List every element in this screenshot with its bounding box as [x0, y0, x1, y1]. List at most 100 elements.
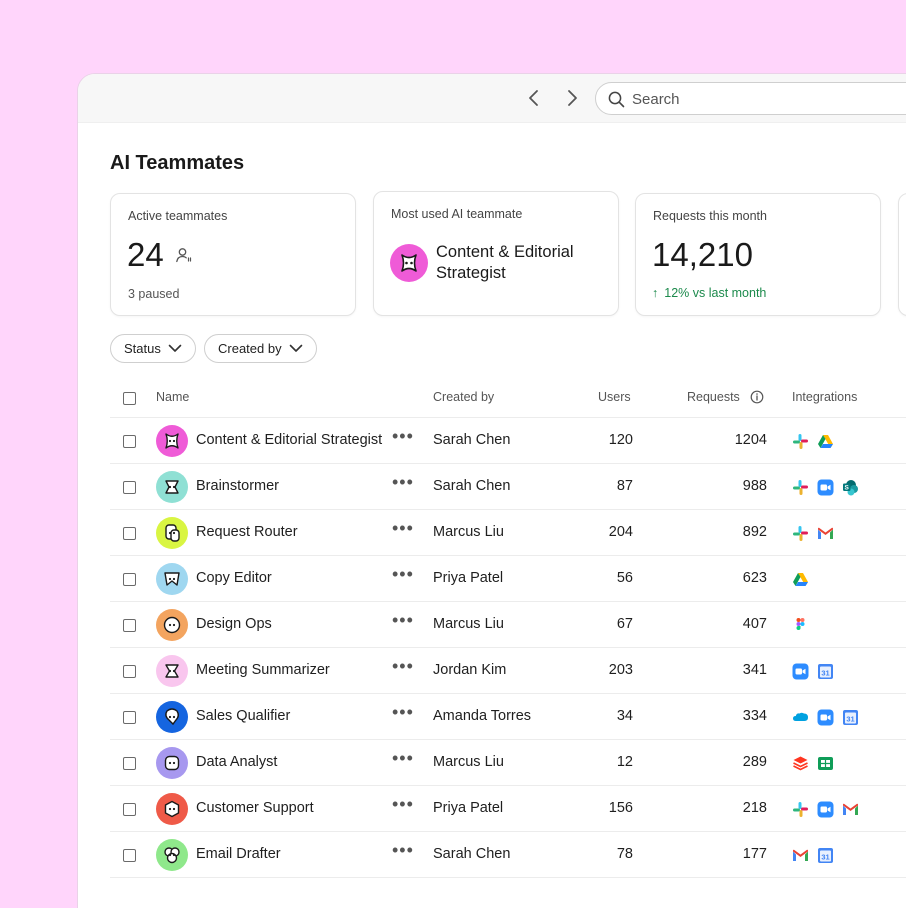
svg-text:S: S	[845, 485, 850, 492]
svg-text:31: 31	[846, 714, 854, 723]
ai-teammate-avatar	[156, 701, 188, 733]
table-row[interactable]: Request Router ••• Marcus Liu 204 892	[110, 510, 906, 556]
teammate-name: Email Drafter	[196, 846, 281, 862]
table-row[interactable]: Design Ops ••• Marcus Liu 67 407	[110, 602, 906, 648]
teammate-name: Design Ops	[196, 616, 272, 632]
created-by-filter[interactable]: Created by	[204, 334, 317, 363]
table-row[interactable]: Email Drafter ••• Sarah Chen 78 177 31	[110, 832, 906, 878]
integrations-list: S	[792, 479, 859, 496]
requests-count: 1204	[734, 432, 767, 448]
chevron-down-icon	[168, 344, 182, 352]
row-checkbox[interactable]	[123, 665, 136, 678]
stat-label: Most used AI teammate	[391, 207, 523, 221]
column-header-created-by[interactable]: Created by	[433, 390, 494, 404]
ai-teammate-avatar	[156, 425, 188, 457]
creator-name: Marcus Liu	[433, 754, 504, 770]
creator-name: Sarah Chen	[433, 432, 511, 448]
creator-name: Sarah Chen	[433, 478, 511, 494]
row-checkbox[interactable]	[123, 435, 136, 448]
teammate-name: Data Analyst	[196, 754, 278, 770]
table-row[interactable]: Data Analyst ••• Marcus Liu 12 289	[110, 740, 906, 786]
integrations-list	[792, 571, 809, 588]
column-header-integrations[interactable]: Integrations	[792, 390, 857, 404]
users-count: 67	[616, 616, 633, 632]
teammate-name: Customer Support	[196, 800, 314, 816]
gmail-icon	[792, 847, 809, 864]
row-checkbox[interactable]	[123, 481, 136, 494]
more-options-icon[interactable]: •••	[392, 748, 414, 769]
ai-teammate-avatar	[156, 471, 188, 503]
row-checkbox[interactable]	[123, 527, 136, 540]
info-icon[interactable]	[750, 390, 764, 404]
google-drive-icon	[792, 571, 809, 588]
stat-card-most-used[interactable]: Most used AI teammate Content & Editoria…	[373, 191, 619, 316]
table-row[interactable]: Copy Editor ••• Priya Patel 56 623	[110, 556, 906, 602]
stat-card-partial	[898, 193, 906, 316]
ai-teammate-avatar	[156, 839, 188, 871]
chevron-right-icon[interactable]	[564, 89, 580, 107]
table-row[interactable]: Content & Editorial Strategist ••• Sarah…	[110, 418, 906, 464]
status-filter[interactable]: Status	[110, 334, 196, 363]
table-row[interactable]: Sales Qualifier ••• Amanda Torres 34 334…	[110, 694, 906, 740]
more-options-icon[interactable]: •••	[392, 840, 414, 861]
table-row[interactable]: Brainstormer ••• Sarah Chen 87 988 S	[110, 464, 906, 510]
slack-icon	[792, 801, 809, 818]
select-all-checkbox[interactable]	[123, 392, 136, 405]
more-options-icon[interactable]: •••	[392, 702, 414, 723]
row-checkbox[interactable]	[123, 573, 136, 586]
integrations-list: 31	[792, 663, 834, 680]
creator-name: Amanda Torres	[433, 708, 532, 724]
users-count: 204	[608, 524, 633, 540]
more-options-icon[interactable]: •••	[392, 656, 414, 677]
table-row[interactable]: Customer Support ••• Priya Patel 156 218	[110, 786, 906, 832]
requests-count: 334	[742, 708, 767, 724]
ai-teammate-avatar	[156, 563, 188, 595]
zoom-icon	[817, 709, 834, 726]
column-header-requests[interactable]: Requests	[687, 390, 740, 404]
more-options-icon[interactable]: •••	[392, 472, 414, 493]
more-options-icon[interactable]: •••	[392, 610, 414, 631]
row-checkbox[interactable]	[123, 619, 136, 632]
teammate-name: Request Router	[196, 524, 298, 540]
stat-value: 14,210	[652, 236, 753, 273]
table-row[interactable]: Meeting Summarizer ••• Jordan Kim 203 34…	[110, 648, 906, 694]
more-options-icon[interactable]: •••	[392, 518, 414, 539]
more-options-icon[interactable]: •••	[392, 426, 414, 447]
row-checkbox[interactable]	[123, 803, 136, 816]
chevron-left-icon[interactable]	[526, 89, 542, 107]
row-checkbox[interactable]	[123, 757, 136, 770]
integrations-list	[792, 433, 834, 450]
creator-name: Jordan Kim	[433, 662, 507, 678]
more-options-icon[interactable]: •••	[392, 794, 414, 815]
requests-count: 988	[742, 478, 767, 494]
ai-teammate-avatar	[156, 517, 188, 549]
search-input[interactable]	[632, 88, 906, 110]
trend-indicator: ↑ 12% vs last month	[652, 286, 766, 300]
teammate-name: Brainstormer	[196, 478, 279, 494]
column-header-name[interactable]: Name	[156, 390, 189, 404]
integrations-list	[792, 525, 834, 542]
creator-name: Marcus Liu	[433, 616, 504, 632]
integrations-list	[792, 755, 834, 772]
teammate-name: Content & Editorial Strategist	[196, 432, 383, 448]
ai-teammate-avatar	[156, 655, 188, 687]
row-checkbox[interactable]	[123, 849, 136, 862]
teammate-name: Copy Editor	[196, 570, 272, 586]
integrations-list: 31	[792, 847, 834, 864]
svg-text:31: 31	[821, 668, 829, 677]
requests-count: 623	[742, 570, 767, 586]
creator-name: Priya Patel	[433, 800, 504, 816]
search-box[interactable]	[595, 82, 906, 115]
arrow-up-icon: ↑	[652, 286, 659, 300]
requests-count: 177	[742, 846, 767, 862]
sharepoint-icon: S	[842, 479, 859, 496]
integrations-list	[792, 617, 809, 634]
integrations-list: 31	[792, 709, 859, 726]
slack-icon	[792, 433, 809, 450]
chevron-down-icon	[289, 344, 303, 352]
teammate-name: Sales Qualifier	[196, 708, 291, 724]
stat-value: 24	[127, 236, 164, 273]
column-header-users[interactable]: Users	[598, 390, 631, 404]
more-options-icon[interactable]: •••	[392, 564, 414, 585]
row-checkbox[interactable]	[123, 711, 136, 724]
